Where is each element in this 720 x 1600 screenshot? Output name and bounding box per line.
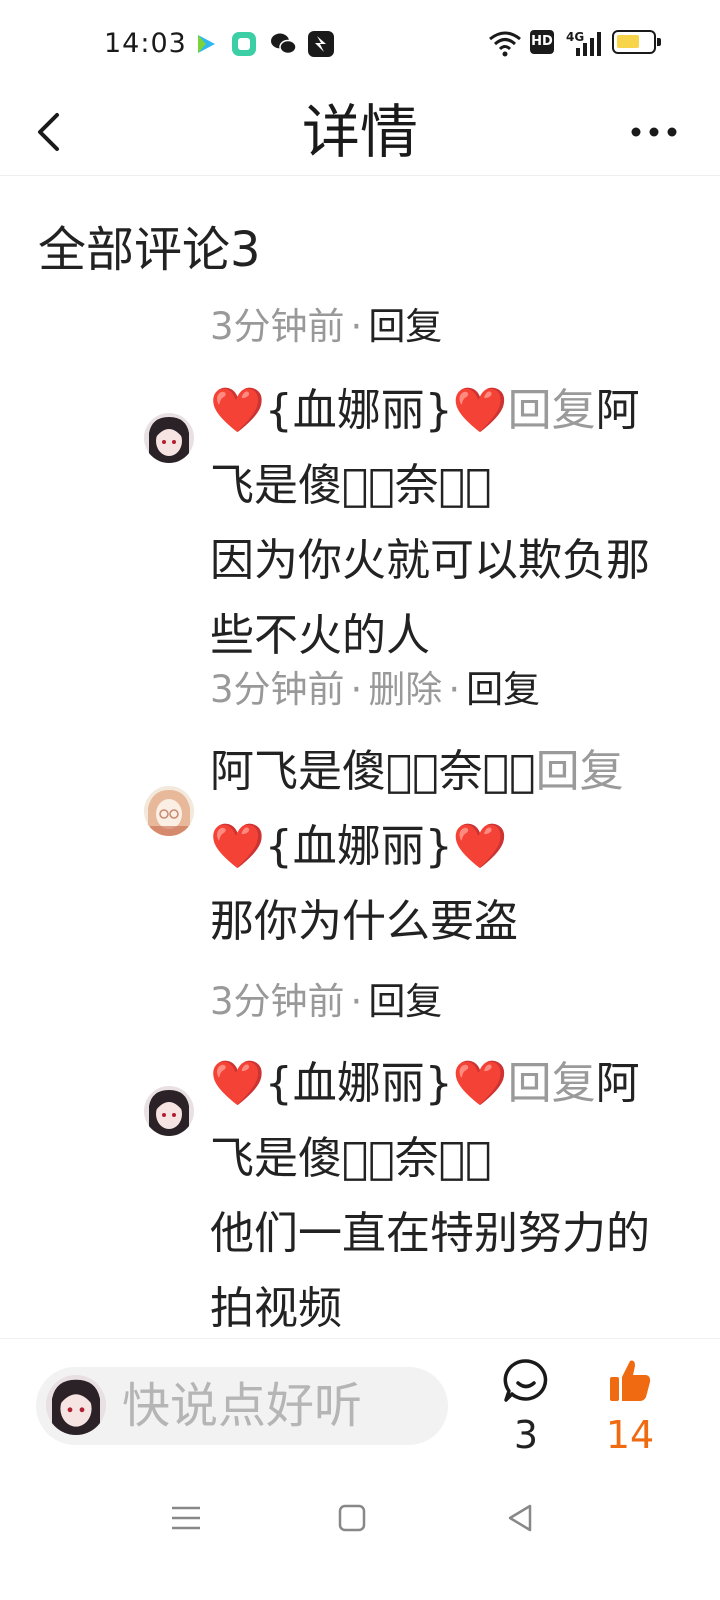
comments-section-title: 全部评论3 — [38, 222, 261, 278]
wechat-icon — [271, 33, 297, 55]
heart-emoji: ❤️ — [452, 821, 508, 872]
heart-emoji: ❤️ — [452, 385, 508, 436]
avatar[interactable] — [144, 786, 194, 836]
heart-emoji: ❤️ — [452, 1058, 508, 1109]
avatar-image — [144, 1086, 194, 1136]
reply-button[interactable]: 回复 — [368, 980, 442, 1023]
wifi-icon — [489, 31, 521, 57]
more-icon — [631, 127, 677, 137]
battery-icon — [612, 30, 661, 54]
like-count: 14 — [605, 1413, 655, 1457]
comment-meta: 3分钟前 · 删除 · 回复 — [210, 668, 541, 711]
status-time: 14:03 — [104, 28, 187, 59]
page-title: 详情 — [301, 98, 418, 166]
my-avatar — [46, 1375, 106, 1435]
reply-word: 回复 — [507, 1058, 596, 1109]
comment-meta: 3分钟前 · 回复 — [210, 305, 443, 348]
back-button[interactable] — [26, 104, 70, 160]
comment-time: 3分钟前 — [210, 305, 345, 348]
avatar-image — [46, 1375, 106, 1435]
comment-count: 3 — [513, 1413, 539, 1457]
home-icon[interactable] — [332, 1498, 372, 1538]
hd-badge: HD — [530, 30, 554, 54]
chat-bubble-app-icon — [232, 32, 256, 56]
avatar-image — [144, 786, 194, 836]
comment-text: 他们一直在特别努力的拍视频 — [210, 1208, 650, 1334]
reply-button[interactable]: 回复 — [368, 305, 442, 348]
back-triangle-icon[interactable] — [500, 1498, 540, 1538]
avatar-image — [144, 413, 194, 463]
network-type-label: 4G — [566, 30, 585, 44]
delete-button[interactable]: 删除 — [368, 668, 442, 711]
status-bar: 14:03 HD 4G — [0, 0, 720, 88]
bottom-action-bar: 快说点好听 3 14 — [0, 1338, 720, 1468]
menu-icon[interactable] — [166, 1498, 206, 1538]
comment-count-button[interactable]: 3 — [496, 1355, 556, 1465]
comment-author[interactable]: 阿飞是傻龟᷂奈团᷂ — [210, 746, 536, 797]
reply-target[interactable]: {血娜丽} — [265, 821, 453, 872]
video-app-icon — [198, 35, 215, 53]
heart-emoji: ❤️ — [210, 1058, 265, 1109]
reply-word: 回复 — [535, 746, 624, 797]
input-placeholder: 快说点好听 — [122, 1378, 363, 1434]
reply-word: 回复 — [507, 385, 596, 436]
comment-text: 因为你火就可以欺负那些不火的人 — [210, 535, 650, 661]
system-nav-bar — [0, 1470, 720, 1600]
signal-icon: 4G — [566, 30, 602, 58]
comment-icon — [503, 1359, 548, 1402]
comment-text: 那你为什么要盗 — [210, 896, 518, 947]
comment-time: 3分钟前 — [210, 980, 345, 1023]
comment-time: 3分钟前 — [210, 668, 345, 711]
reply-button[interactable]: 回复 — [466, 668, 540, 711]
comment-input[interactable]: 快说点好听 — [36, 1367, 448, 1445]
heart-emoji: ❤️ — [210, 385, 265, 436]
more-button[interactable] — [622, 110, 686, 154]
heart-emoji: ❤️ — [210, 821, 265, 872]
avatar[interactable] — [144, 413, 194, 463]
like-icon — [610, 1360, 651, 1401]
comment-body: ❤️{血娜丽}❤️回复阿飞是傻龟᷂奈团᷂ 他们一直在特别努力的拍视频 — [210, 1046, 670, 1346]
comment-body: 阿飞是傻龟᷂奈团᷂回复 ❤️{血娜丽}❤️ 那你为什么要盗 — [210, 734, 670, 959]
avatar[interactable] — [144, 1086, 194, 1136]
top-nav-bar: 详情 — [0, 88, 720, 176]
comment-body: ❤️{血娜丽}❤️回复阿飞是傻龟᷂奈团᷂ 因为你火就可以欺负那些不火的人 — [210, 373, 670, 673]
like-button[interactable]: 14 — [600, 1355, 660, 1465]
comment-author[interactable]: {血娜丽} — [265, 1058, 453, 1109]
back-icon — [38, 113, 59, 151]
comment-meta: 3分钟前 · 回复 — [210, 980, 443, 1023]
bolt-app-icon — [308, 31, 334, 57]
comment-author[interactable]: {血娜丽} — [265, 385, 453, 436]
